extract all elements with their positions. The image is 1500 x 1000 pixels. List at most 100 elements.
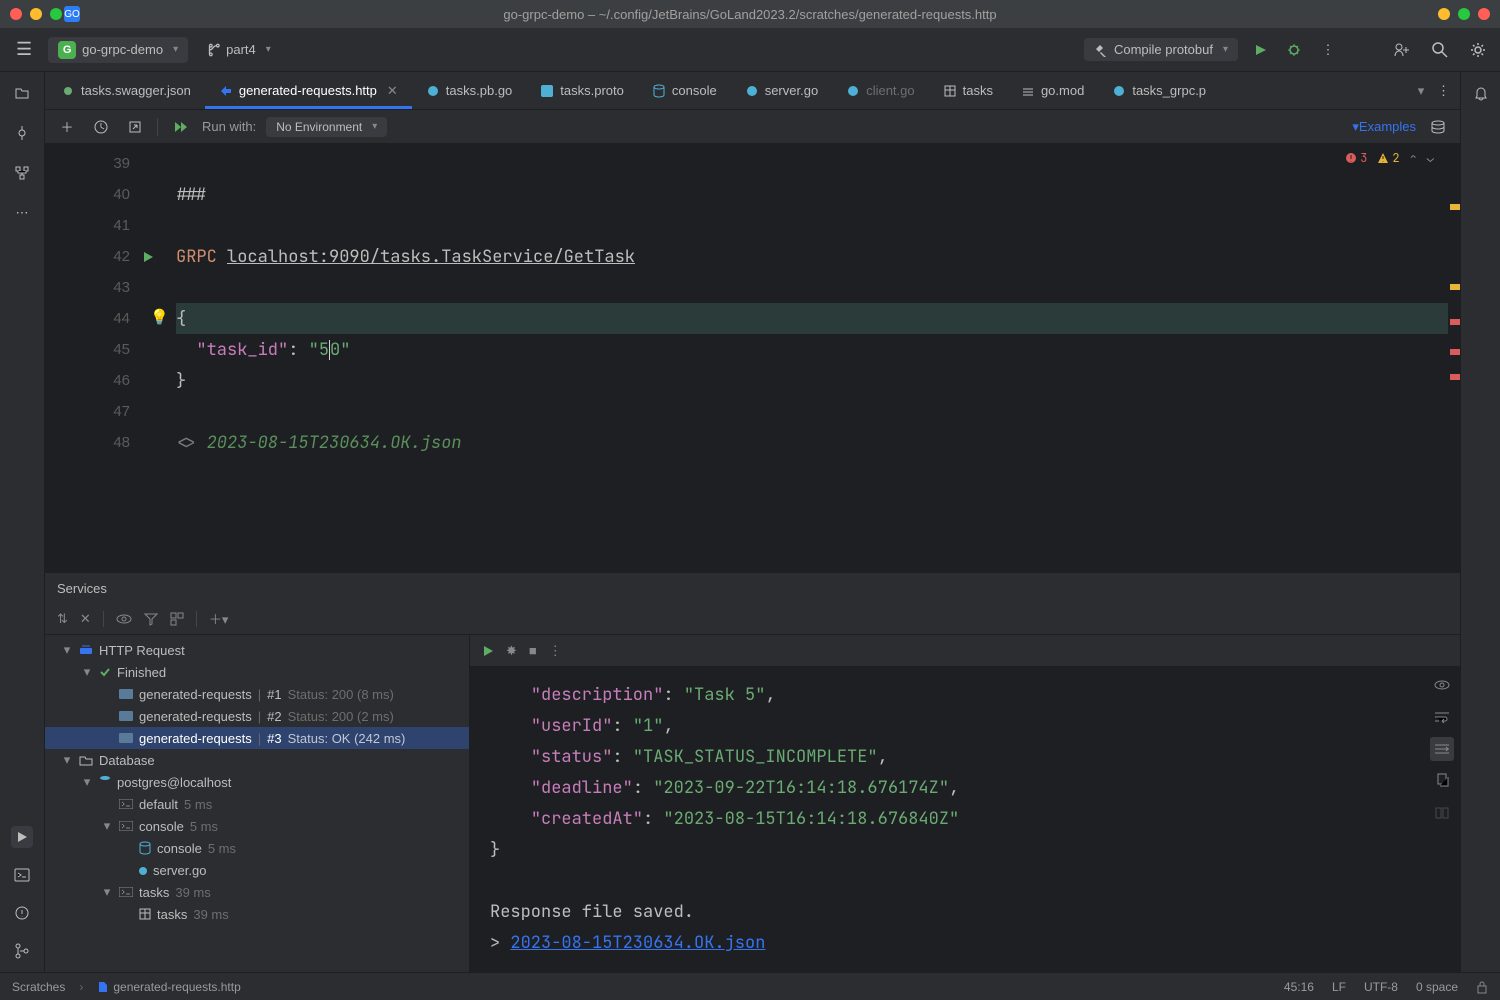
open-editor-icon[interactable] xyxy=(123,115,147,139)
editor-tab[interactable]: tasks.pb.go xyxy=(412,72,527,109)
error-stripe[interactable] xyxy=(1448,144,1460,572)
more-button[interactable]: ⋮ xyxy=(1316,38,1340,62)
show-icon[interactable] xyxy=(116,612,132,626)
structure-tool-icon[interactable] xyxy=(11,162,33,184)
stop-button[interactable]: ■ xyxy=(529,643,537,658)
tree-row[interactable]: ▾HTTP Request xyxy=(45,639,469,661)
commit-tool-icon[interactable] xyxy=(11,122,33,144)
editor-tab[interactable]: generated-requests.http✕ xyxy=(205,72,412,109)
tree-row[interactable]: ▾Finished xyxy=(45,661,469,683)
close-panel-icon[interactable]: ✕ xyxy=(80,611,91,627)
editor-tab[interactable]: tasks_grpc.p xyxy=(1098,72,1220,109)
window-maximize-icon[interactable] xyxy=(50,8,62,20)
vcs-tool-icon[interactable] xyxy=(11,940,33,962)
file-encoding[interactable]: UTF-8 xyxy=(1364,980,1398,994)
more-tools-icon[interactable]: ⋯ xyxy=(11,202,33,224)
tree-chevron-icon[interactable]: ▾ xyxy=(101,884,113,900)
line-ending[interactable]: LF xyxy=(1332,980,1346,994)
problems-tool-icon[interactable] xyxy=(11,902,33,924)
breadcrumb-root[interactable]: Scratches xyxy=(12,980,65,994)
window-minimize-icon[interactable] xyxy=(30,8,42,20)
debug-output-icon[interactable]: ✸ xyxy=(506,643,517,659)
code-line[interactable]: 💡{ xyxy=(176,303,1448,334)
add-service-icon[interactable]: ＋▾ xyxy=(209,609,229,628)
tree-chevron-icon[interactable]: ▾ xyxy=(81,774,93,790)
code-line[interactable] xyxy=(176,210,1448,241)
tree-row[interactable]: ▾console 5 ms xyxy=(45,815,469,837)
editor-tab[interactable]: client.go xyxy=(832,72,928,109)
debug-button[interactable] xyxy=(1282,38,1306,62)
scroll-icon[interactable] xyxy=(1430,737,1454,761)
run-config-selector[interactable]: Compile protobuf xyxy=(1084,38,1238,61)
output-more-icon[interactable]: ⋮ xyxy=(549,643,562,659)
close-tab-icon[interactable]: ✕ xyxy=(387,83,398,99)
database-icon[interactable] xyxy=(1426,115,1450,139)
copy-icon[interactable] xyxy=(1430,769,1454,793)
tree-row[interactable]: tasks 39 ms xyxy=(45,903,469,925)
editor-tab[interactable]: server.go xyxy=(731,72,832,109)
history-icon[interactable] xyxy=(89,115,113,139)
run-button[interactable] xyxy=(1248,38,1272,62)
window-close-icon[interactable] xyxy=(10,8,22,20)
tree-chevron-icon[interactable]: ▾ xyxy=(101,818,113,834)
tree-row[interactable]: ▾postgres@localhost xyxy=(45,771,469,793)
code-line[interactable]: } xyxy=(176,365,1448,396)
tree-row[interactable]: server.go xyxy=(45,859,469,881)
tree-row[interactable]: generated-requests | #2 Status: 200 (2 m… xyxy=(45,705,469,727)
code-line[interactable]: GRPC localhost:9090/tasks.TaskService/Ge… xyxy=(176,241,1448,272)
tree-chevron-icon[interactable]: ▾ xyxy=(61,752,73,768)
cursor-position[interactable]: 45:16 xyxy=(1284,980,1314,994)
notifications-icon[interactable] xyxy=(1470,82,1492,104)
code-with-me-icon[interactable] xyxy=(1390,38,1414,62)
readonly-icon[interactable] xyxy=(1476,980,1488,994)
response-output[interactable]: "description": "Task 5", "userId": "1", … xyxy=(470,667,1460,972)
expand-icon[interactable]: ⇅ xyxy=(57,611,68,627)
editor-tab[interactable]: tasks xyxy=(929,72,1007,109)
tab-dropdown-icon[interactable]: ▾ xyxy=(1415,83,1427,99)
tab-more-icon[interactable]: ⋮ xyxy=(1437,83,1450,99)
tree-label: tasks xyxy=(157,907,187,922)
code-line[interactable] xyxy=(176,272,1448,303)
code-line[interactable] xyxy=(176,148,1448,179)
tree-row[interactable]: ▾tasks 39 ms xyxy=(45,881,469,903)
services-tool-icon[interactable] xyxy=(11,826,33,848)
editor-tab[interactable]: console xyxy=(638,72,731,109)
intention-bulb-icon[interactable]: 💡 xyxy=(150,307,169,327)
tree-row[interactable]: generated-requests | #1 Status: 200 (8 m… xyxy=(45,683,469,705)
project-tool-icon[interactable] xyxy=(11,82,33,104)
preview-icon[interactable] xyxy=(1430,673,1454,697)
code-line[interactable]: ### xyxy=(176,179,1448,210)
hamburger-menu-icon[interactable]: ☰ xyxy=(10,35,38,64)
editor-tab[interactable]: go.mod xyxy=(1007,72,1098,109)
code-editor[interactable]: 39404142434445464748 3 2 ⌃ ⌄ ###GRPC loc… xyxy=(45,144,1460,572)
terminal-tool-icon[interactable] xyxy=(11,864,33,886)
indent-setting[interactable]: 0 space xyxy=(1416,980,1458,994)
environment-selector[interactable]: No Environment xyxy=(266,117,387,137)
run-all-button[interactable] xyxy=(168,115,192,139)
settings-icon[interactable] xyxy=(1466,38,1490,62)
services-tree[interactable]: ▾HTTP Request▾Finishedgenerated-requests… xyxy=(45,635,470,972)
tree-row[interactable]: default 5 ms xyxy=(45,793,469,815)
wrap-icon[interactable] xyxy=(1430,705,1454,729)
tree-row[interactable]: console 5 ms xyxy=(45,837,469,859)
filter-icon[interactable] xyxy=(144,612,158,626)
examples-link[interactable]: ▾Examples xyxy=(1352,119,1416,135)
project-selector[interactable]: G go-grpc-demo xyxy=(48,37,188,63)
search-icon[interactable] xyxy=(1428,38,1452,62)
tree-row[interactable]: ▾Database xyxy=(45,749,469,771)
breadcrumb-file[interactable]: generated-requests.http xyxy=(113,980,240,994)
code-line[interactable]: <> 2023-08-15T230634.OK.json xyxy=(176,427,1448,458)
compare-icon[interactable] xyxy=(1430,801,1454,825)
tree-chevron-icon[interactable]: ▾ xyxy=(81,664,93,680)
branch-selector[interactable]: part4 xyxy=(198,38,279,61)
code-line[interactable]: "task_id": "50" xyxy=(176,334,1448,365)
rerun-button[interactable] xyxy=(482,645,494,657)
editor-tab[interactable]: tasks.proto xyxy=(526,72,638,109)
tab-label: tasks xyxy=(963,83,993,98)
group-icon[interactable] xyxy=(170,612,184,626)
add-request-button[interactable]: ＋ xyxy=(55,115,79,139)
tree-chevron-icon[interactable]: ▾ xyxy=(61,642,73,658)
code-line[interactable] xyxy=(176,396,1448,427)
tree-row[interactable]: generated-requests | #3 Status: OK (242 … xyxy=(45,727,469,749)
editor-tab[interactable]: tasks.swagger.json xyxy=(47,72,205,109)
